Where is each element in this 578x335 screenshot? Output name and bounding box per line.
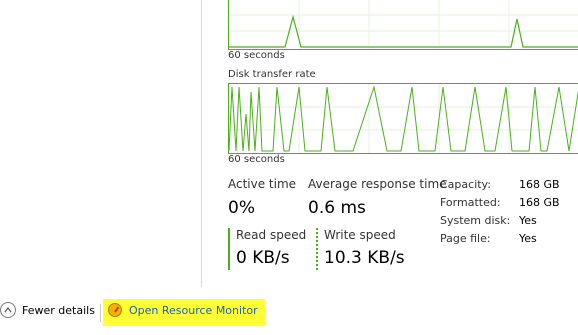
disk-graph-time-label: 60 seconds bbox=[228, 154, 285, 165]
active-time-label: Active time bbox=[228, 177, 297, 191]
system-disk-key: System disk: bbox=[440, 214, 511, 227]
read-speed-value: 0 KB/s bbox=[236, 248, 290, 268]
page-file-key: Page file: bbox=[440, 232, 491, 245]
footer-divider bbox=[100, 304, 101, 322]
disk-transfer-graph bbox=[228, 83, 578, 154]
top-graph-time-label: 60 seconds bbox=[228, 50, 285, 61]
write-speed-value: 10.3 KB/s bbox=[324, 248, 405, 268]
capacity-value: 168 GB bbox=[519, 178, 560, 191]
fewer-details-button[interactable]: Fewer details bbox=[0, 302, 95, 318]
system-disk-value: Yes bbox=[519, 214, 537, 227]
fewer-details-label: Fewer details bbox=[22, 303, 95, 317]
write-speed-label: Write speed bbox=[324, 228, 396, 242]
write-speed-accent bbox=[316, 228, 318, 270]
read-speed-label: Read speed bbox=[236, 228, 307, 242]
open-resource-monitor-label: Open Resource Monitor bbox=[129, 303, 258, 317]
open-resource-monitor-link[interactable]: Open Resource Monitor bbox=[108, 303, 258, 317]
read-speed-accent bbox=[228, 228, 230, 270]
active-time-value: 0% bbox=[228, 198, 255, 218]
avg-response-label: Average response time bbox=[308, 177, 447, 191]
chevron-up-circle-icon bbox=[0, 302, 16, 318]
capacity-key: Capacity: bbox=[440, 178, 491, 191]
resource-monitor-icon bbox=[108, 303, 122, 317]
formatted-value: 168 GB bbox=[519, 196, 560, 209]
disk-graph-title: Disk transfer rate bbox=[228, 69, 316, 80]
active-time-graph bbox=[228, 0, 578, 50]
page-file-value: Yes bbox=[519, 232, 537, 245]
formatted-key: Formatted: bbox=[440, 196, 501, 209]
avg-response-value: 0.6 ms bbox=[308, 198, 366, 218]
panel-divider bbox=[201, 0, 202, 287]
